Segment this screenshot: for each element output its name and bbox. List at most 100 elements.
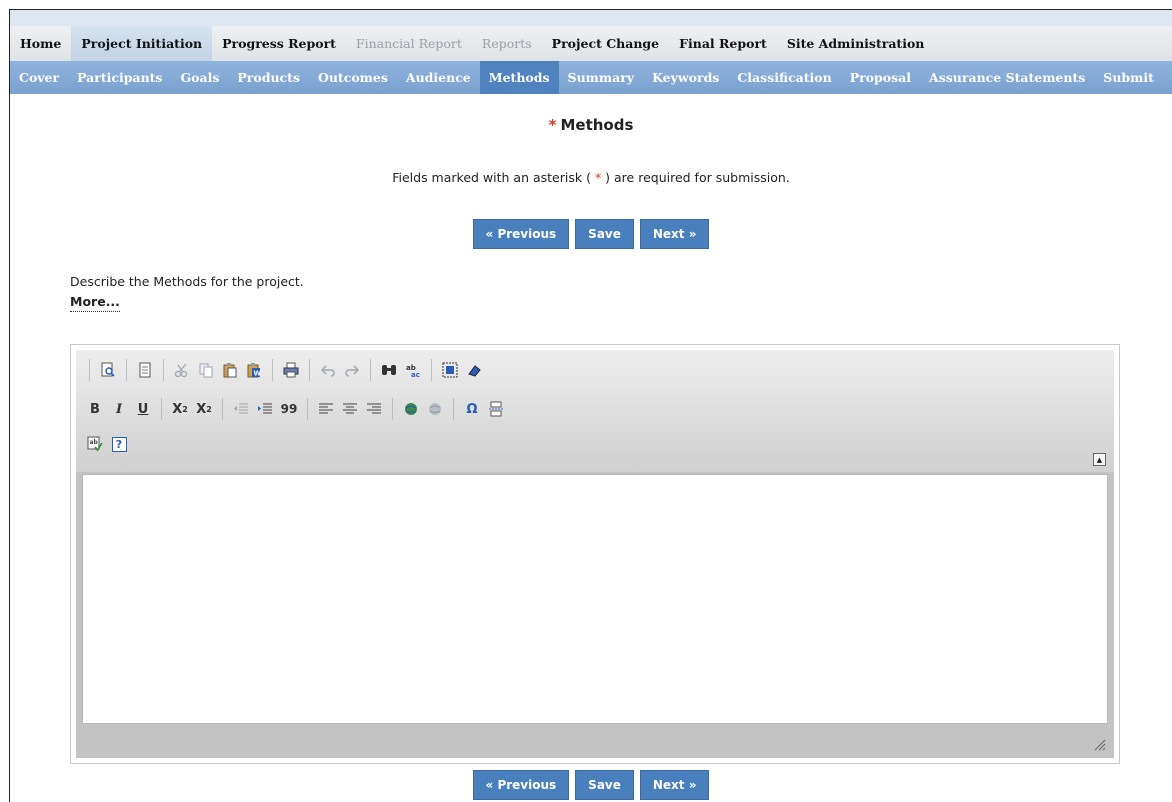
editor-body: W ab ac B I U X 2 X 2 99 Ω ab ? ▲ xyxy=(76,350,1114,758)
tab-cover[interactable]: Cover xyxy=(10,61,68,94)
toolbar-separator xyxy=(222,398,223,420)
toolbar-row-2: B I U X2 X2 99 Ω xyxy=(84,396,507,422)
print-icon[interactable] xyxy=(280,359,302,381)
previous-button-bottom[interactable]: « Previous xyxy=(472,770,570,800)
italic-icon[interactable]: I xyxy=(108,398,130,420)
tab-submit[interactable]: Submit xyxy=(1094,61,1163,94)
svg-text:ab: ab xyxy=(90,439,99,446)
help-icon[interactable]: ? xyxy=(108,433,130,455)
subscript-base: X xyxy=(172,401,183,417)
tab-summary[interactable]: Summary xyxy=(559,61,644,94)
redo-icon[interactable] xyxy=(341,359,363,381)
save-button[interactable]: Save xyxy=(575,219,634,249)
paste-word-icon[interactable]: W xyxy=(243,359,265,381)
tab-assurance-statements[interactable]: Assurance Statements xyxy=(920,61,1094,94)
remove-format-icon[interactable] xyxy=(463,359,485,381)
unlink-icon[interactable] xyxy=(424,398,446,420)
tab-methods[interactable]: Methods xyxy=(479,61,559,94)
tab-outcomes[interactable]: Outcomes xyxy=(309,61,397,94)
svg-text:ac: ac xyxy=(411,371,420,378)
previous-button[interactable]: « Previous xyxy=(472,219,570,249)
tab-goals[interactable]: Goals xyxy=(171,61,228,94)
align-right-icon[interactable] xyxy=(363,398,385,420)
svg-text:W: W xyxy=(254,370,262,378)
nav-item-site-administration[interactable]: Site Administration xyxy=(777,26,935,61)
tab-audience[interactable]: Audience xyxy=(397,61,480,94)
nav-item-reports: Reports xyxy=(481,36,532,51)
toolbar-row-1: W ab ac xyxy=(84,357,485,383)
toolbar-separator xyxy=(453,398,454,420)
page-title-text: Methods xyxy=(560,116,634,134)
superscript-base: X xyxy=(196,401,207,417)
main-content: * Methods Fields marked with an asterisk … xyxy=(10,94,1172,802)
nav-item-final-report[interactable]: Final Report xyxy=(669,26,777,61)
tab-products[interactable]: Products xyxy=(228,61,309,94)
toolbar-separator xyxy=(309,359,310,381)
collapse-toolbar-button[interactable]: ▲ xyxy=(1093,453,1106,466)
help-icon-glyph: ? xyxy=(111,436,127,452)
link-icon[interactable] xyxy=(400,398,422,420)
select-all-icon[interactable] xyxy=(439,359,461,381)
templates-icon[interactable] xyxy=(134,359,156,381)
note-text-start: Fields marked with an asterisk ( xyxy=(392,170,591,185)
toolbar-separator xyxy=(163,359,164,381)
toolbar-separator xyxy=(370,359,371,381)
editor-toolbar: W ab ac B I U X 2 X 2 99 Ω ab ? ▲ xyxy=(76,350,1114,472)
spell-check-icon[interactable]: ab xyxy=(84,433,106,455)
note-asterisk: * xyxy=(594,170,602,185)
secondary-nav: Cover Participants Goals Products Outcomes Au… xyxy=(10,61,1172,94)
toolbar-separator xyxy=(431,359,432,381)
toolbar-row-3: ab ? xyxy=(84,431,130,457)
tab-keywords[interactable]: Keywords xyxy=(643,61,728,94)
save-button-bottom[interactable]: Save xyxy=(575,770,634,800)
toolbar-separator xyxy=(272,359,273,381)
underline-icon[interactable]: U xyxy=(132,398,154,420)
toolbar-separator xyxy=(161,398,162,420)
next-button[interactable]: Next » xyxy=(639,219,710,249)
undo-icon[interactable] xyxy=(317,359,339,381)
copy-icon[interactable] xyxy=(195,359,217,381)
primary-nav: Home Project Initiation Progress Report Fin… xyxy=(10,26,1172,61)
find-icon[interactable] xyxy=(378,359,400,381)
paste-icon[interactable] xyxy=(219,359,241,381)
nav-item-project-initiation[interactable]: Project Initiation xyxy=(71,26,213,61)
nav-item-home[interactable]: Home xyxy=(10,26,71,61)
more-link[interactable]: More... xyxy=(70,294,120,312)
bottom-button-row: « Previous Save Next » xyxy=(10,770,1172,800)
indent-icon[interactable] xyxy=(254,398,276,420)
align-left-icon[interactable] xyxy=(315,398,337,420)
note-text-end: ) are required for submission. xyxy=(605,170,790,185)
required-asterisk: * xyxy=(548,116,557,134)
preview-icon[interactable] xyxy=(97,359,119,381)
nav-item-project-change[interactable]: Project Change xyxy=(542,26,669,61)
tab-classification[interactable]: Classification xyxy=(728,61,840,94)
required-fields-note: Fields marked with an asterisk ( * ) are… xyxy=(10,170,1172,185)
outdent-icon[interactable] xyxy=(230,398,252,420)
top-strip xyxy=(10,10,1172,26)
next-button-bottom[interactable]: Next » xyxy=(639,770,710,800)
superscript-mark: 2 xyxy=(206,404,212,414)
toolbar-separator xyxy=(126,359,127,381)
nav-item-financial-report: Financial Report xyxy=(355,36,462,51)
subscript-icon[interactable]: X2 xyxy=(169,398,191,420)
replace-icon[interactable]: ab ac xyxy=(402,359,424,381)
tab-proposal[interactable]: Proposal xyxy=(841,61,920,94)
tab-participants[interactable]: Participants xyxy=(68,61,171,94)
nav-item-progress-report[interactable]: Progress Report xyxy=(212,26,346,61)
app-frame: Home Project Initiation Progress Report Fin… xyxy=(9,9,1172,802)
bold-icon[interactable]: B xyxy=(84,398,106,420)
align-center-icon[interactable] xyxy=(339,398,361,420)
toolbar-separator xyxy=(89,359,90,381)
superscript-icon[interactable]: X2 xyxy=(193,398,215,420)
page-title: * Methods xyxy=(10,116,1172,134)
editor-text-area[interactable] xyxy=(82,474,1108,724)
special-char-icon[interactable]: Ω xyxy=(461,398,483,420)
blockquote-icon[interactable]: 99 xyxy=(278,398,300,420)
top-button-row: « Previous Save Next » xyxy=(10,219,1172,249)
page-break-icon[interactable] xyxy=(485,398,507,420)
cut-icon[interactable] xyxy=(171,359,193,381)
resize-grip-icon[interactable] xyxy=(1092,736,1106,751)
toolbar-separator xyxy=(392,398,393,420)
field-description: Describe the Methods for the project. xyxy=(70,274,304,289)
subscript-mark: 2 xyxy=(182,404,188,414)
